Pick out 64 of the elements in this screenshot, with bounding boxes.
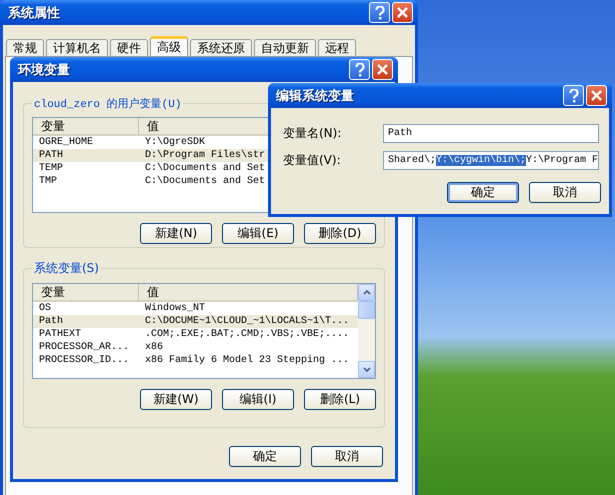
help-icon: [374, 6, 384, 20]
tab[interactable]: 计算机名: [46, 39, 108, 56]
variable-name: OS: [39, 302, 52, 315]
close-icon: [397, 7, 408, 18]
group-title: cloud_zero 的用户变量(U): [33, 96, 182, 111]
variable-value: x86: [145, 341, 164, 354]
variable-value: C:\Documents and Set: [145, 175, 266, 188]
list-row[interactable]: PROCESSOR_AR... x86: [33, 341, 358, 354]
list-action-button[interactable]: 新建(N): [140, 223, 212, 244]
tab[interactable]: 高级: [150, 36, 188, 56]
column-header[interactable]: 变量: [33, 284, 139, 301]
help-icon: [354, 62, 364, 76]
variable-name: Path: [39, 315, 64, 328]
window-title: 编辑系统变量: [276, 88, 354, 104]
variable-value: x86 Family 6 Model 23 Stepping ...: [145, 354, 350, 367]
variable-value: Y:\OgreSDK: [145, 136, 206, 149]
help-button[interactable]: [349, 59, 370, 80]
list-action-button[interactable]: 新建(W): [140, 389, 212, 410]
variable-name: PROCESSOR_ID...: [39, 354, 130, 367]
list-row[interactable]: OS Windows_NT: [33, 302, 358, 315]
list-action-button[interactable]: 删除(L): [304, 389, 376, 410]
tab[interactable]: 系统还原: [190, 39, 252, 56]
variable-value: C:\DOCUME~1\CLOUD_~1\LOCALS~1\T...: [145, 315, 350, 328]
help-button[interactable]: [563, 85, 584, 106]
close-icon: [377, 64, 388, 75]
variable-value: C:\Documents and Set: [145, 162, 266, 175]
help-icon: [568, 88, 578, 102]
close-button[interactable]: [586, 85, 607, 106]
dialog-button[interactable]: 取消: [529, 182, 601, 203]
tab[interactable]: 常规: [6, 39, 44, 56]
help-button[interactable]: [369, 2, 390, 23]
scrollbar[interactable]: [358, 284, 375, 378]
tab[interactable]: 远程: [318, 39, 356, 56]
variable-value: .COM;.EXE;.BAT;.CMD;.VBS;.VBE;....: [145, 328, 350, 341]
list-action-button[interactable]: 删除(D): [304, 223, 376, 244]
close-button[interactable]: [372, 59, 393, 80]
close-button[interactable]: [392, 2, 413, 23]
group-title: 系统变量(S): [33, 260, 100, 277]
tab[interactable]: 硬件: [110, 39, 148, 56]
variable-name: PATH: [39, 149, 64, 162]
input-field[interactable]: Shared\;Y:\cygwin\bin\;Y:\Program F: [383, 151, 599, 170]
variable-name: OGRE_HOME: [39, 136, 94, 149]
variable-list[interactable]: 变量 值 OS Windows_NT Path C:\DOCUME~1\CLOUD_~1\LOCALS~1\T... PATHEXT .COM;.EXE;.BAT;.CMD;.VBS;.VBE;.... PROCESSOR_AR... x86 PROCESSOR_ID... x86 Family 6 Model 23 Stepping ...: [32, 283, 376, 379]
list-action-button[interactable]: 编辑(E): [222, 223, 294, 244]
input-field[interactable]: Path: [383, 124, 599, 143]
variable-name: TEMP: [39, 162, 64, 175]
list-row[interactable]: PATHEXT .COM;.EXE;.BAT;.CMD;.VBS;.VBE;....: [33, 328, 358, 341]
window-title: 系统属性: [8, 4, 60, 22]
column-header[interactable]: 变量: [33, 118, 139, 135]
list-row[interactable]: Path C:\DOCUME~1\CLOUD_~1\LOCALS~1\T...: [33, 315, 358, 328]
dialog-button[interactable]: 确定: [447, 182, 519, 203]
dialog-button[interactable]: 取消: [311, 446, 383, 467]
dialog-button[interactable]: 确定: [229, 446, 301, 467]
variable-value: D:\Program Files\str: [145, 149, 266, 162]
list-row[interactable]: PROCESSOR_ID... x86 Family 6 Model 23 Stepping ...: [33, 354, 358, 367]
window-title: 环境变量: [18, 62, 70, 78]
variable-name: PROCESSOR_AR...: [39, 341, 130, 354]
list-action-button[interactable]: 编辑(I): [222, 389, 294, 410]
tab[interactable]: 自动更新: [254, 39, 316, 56]
variable-value: Windows_NT: [145, 302, 206, 315]
close-icon: [591, 90, 602, 101]
variable-name: TMP: [39, 175, 58, 188]
variable-name: PATHEXT: [39, 328, 82, 341]
scroll-thumb[interactable]: [358, 301, 375, 319]
